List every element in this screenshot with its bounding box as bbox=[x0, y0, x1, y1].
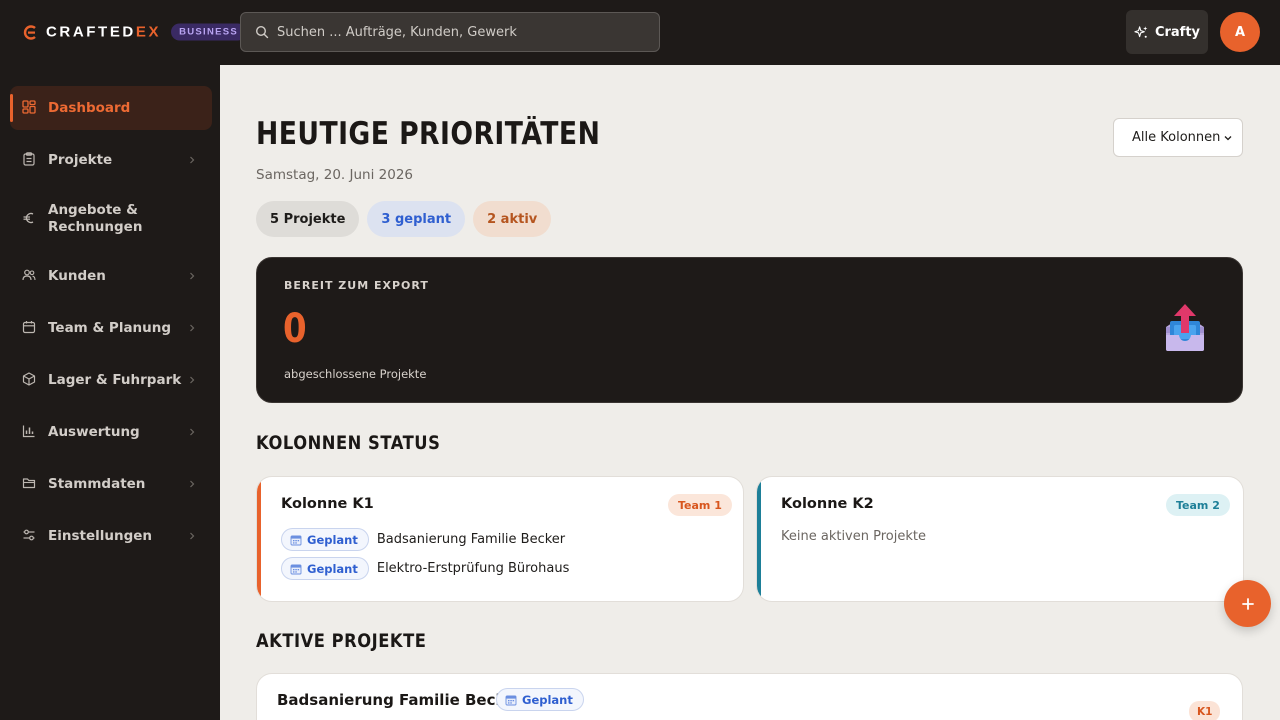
section-title-kolonnen: KOLONNEN STATUS bbox=[256, 432, 441, 454]
sidebar-item-label: Kunden bbox=[48, 267, 106, 284]
euro-icon bbox=[22, 211, 38, 227]
sidebar-item-label: Team & Planung bbox=[48, 319, 172, 336]
sidebar-item-angebote-rechnungen[interactable]: Angebote & Rechnungen bbox=[10, 199, 212, 239]
status-badge: Geplant bbox=[281, 557, 369, 580]
outbox-tray-icon bbox=[1166, 304, 1204, 351]
user-avatar[interactable]: A bbox=[1220, 12, 1260, 52]
bar-chart-icon bbox=[22, 424, 38, 440]
search-icon bbox=[255, 25, 269, 39]
chip-planned-count[interactable]: 3 geplant bbox=[367, 201, 466, 237]
kolonne-project-row[interactable]: Geplant Badsanierung Familie Becker bbox=[281, 528, 565, 551]
clipboard-icon bbox=[22, 152, 38, 168]
kolonne-empty-text: Keine aktiven Projekte bbox=[781, 529, 926, 544]
calendar-icon bbox=[22, 320, 38, 336]
crafty-label: Crafty bbox=[1154, 24, 1201, 40]
chip-projects-count[interactable]: 5 Projekte bbox=[256, 201, 360, 237]
sidebar-item-label: Dashboard bbox=[48, 99, 131, 116]
export-count: 0 bbox=[283, 306, 307, 352]
page-title: HEUTIGE PRIORITÄTEN bbox=[256, 116, 601, 152]
section-title-aktive-projekte: AKTIVE PROJEKTE bbox=[256, 630, 427, 652]
column-filter-value: Alle Kolonnen bbox=[1132, 130, 1221, 145]
brand-logo[interactable]: CRAFTEDEX BUSINESS bbox=[22, 23, 247, 41]
kolonne-card-k2[interactable]: Kolonne K2 Team 2 Keine aktiven Projekte bbox=[756, 476, 1244, 602]
project-title: Elektro-Erstprüfung Bürohaus bbox=[376, 561, 570, 576]
sidebar-item-lager-fuhrpark[interactable]: Lager & Fuhrpark bbox=[10, 370, 212, 390]
crafty-assistant-button[interactable]: Crafty bbox=[1126, 10, 1208, 54]
status-badge: Geplant bbox=[281, 528, 369, 551]
sidebar-item-label: Auswertung bbox=[48, 423, 140, 440]
project-title: Badsanierung Familie Becker bbox=[277, 691, 523, 709]
top-bar: CRAFTEDEX BUSINESS Crafty A bbox=[0, 0, 1280, 65]
sidebar-item-label: Einstellungen bbox=[48, 527, 153, 544]
logo-mark-icon bbox=[23, 24, 36, 40]
chevron-right-icon bbox=[190, 156, 195, 164]
chevron-right-icon bbox=[190, 428, 195, 436]
chevron-right-icon bbox=[190, 324, 195, 332]
current-date: Samstag, 20. Juni 2026 bbox=[256, 167, 413, 183]
team-badge: Team 2 bbox=[1166, 494, 1230, 516]
kolonne-badge: K1 bbox=[1189, 701, 1221, 720]
sidebar-item-stammdaten[interactable]: Stammdaten bbox=[10, 474, 212, 494]
kolonne-card-k1[interactable]: Kolonne K1 Team 1 Geplant Badsanierung F… bbox=[256, 476, 744, 602]
export-subtext: abgeschlossene Projekte bbox=[284, 367, 427, 381]
sidebar-item-projekte[interactable]: Projekte bbox=[10, 150, 212, 170]
sidebar-item-label: Lager & Fuhrpark bbox=[48, 371, 182, 388]
chevron-down-icon bbox=[1224, 136, 1232, 141]
plan-badge: BUSINESS bbox=[171, 23, 247, 41]
sidebar-item-team-planung[interactable]: Team & Planung bbox=[10, 318, 212, 338]
summary-chips: 5 Projekte 3 geplant 2 aktiv bbox=[256, 201, 552, 237]
sidebar-item-label: Stammdaten bbox=[48, 475, 146, 492]
search-input[interactable] bbox=[277, 24, 657, 40]
project-title: Badsanierung Familie Becker bbox=[376, 532, 566, 547]
sliders-icon bbox=[22, 528, 38, 544]
team-badge: Team 1 bbox=[668, 494, 732, 516]
folder-icon bbox=[22, 476, 38, 492]
calendar-icon bbox=[505, 695, 517, 705]
users-icon bbox=[22, 268, 38, 284]
search-bar[interactable] bbox=[240, 12, 660, 52]
kolonne-project-row[interactable]: Geplant Elektro-Erstprüfung Bürohaus bbox=[281, 557, 569, 580]
kolonne-name: Kolonne K2 bbox=[781, 496, 874, 512]
kolonne-accent-bar bbox=[757, 477, 761, 601]
active-project-card[interactable]: Badsanierung Familie Becker Geplant K1 bbox=[256, 673, 1243, 720]
calendar-icon bbox=[290, 535, 302, 545]
sidebar-item-auswertung[interactable]: Auswertung bbox=[10, 422, 212, 442]
kolonne-name: Kolonne K1 bbox=[281, 496, 374, 512]
dashboard-icon bbox=[22, 100, 38, 116]
column-filter-select[interactable]: Alle Kolonnen bbox=[1113, 118, 1243, 157]
chip-active-count[interactable]: 2 aktiv bbox=[473, 201, 552, 237]
brand-name: CRAFTEDEX bbox=[46, 23, 162, 41]
add-fab-button[interactable] bbox=[1224, 580, 1271, 627]
chevron-right-icon bbox=[190, 272, 195, 280]
sidebar-item-label: Projekte bbox=[48, 151, 113, 168]
calendar-icon bbox=[290, 564, 302, 574]
sidebar-item-kunden[interactable]: Kunden bbox=[10, 266, 212, 286]
export-ready-card[interactable]: BEREIT ZUM EXPORT 0 abgeschlossene Proje… bbox=[256, 257, 1243, 403]
sidebar-item-einstellungen[interactable]: Einstellungen bbox=[10, 526, 212, 546]
chevron-right-icon bbox=[190, 532, 195, 540]
kolonne-accent-bar bbox=[257, 477, 261, 601]
chevron-right-icon bbox=[190, 376, 195, 384]
sidebar-item-label: Angebote & Rechnungen bbox=[48, 202, 143, 235]
sidebar-item-dashboard[interactable]: Dashboard bbox=[10, 86, 212, 130]
status-badge: Geplant bbox=[496, 688, 584, 711]
sparkles-icon bbox=[1134, 25, 1148, 38]
box-icon bbox=[22, 372, 38, 388]
export-label: BEREIT ZUM EXPORT bbox=[284, 279, 429, 292]
plus-icon bbox=[1241, 597, 1254, 610]
chevron-right-icon bbox=[190, 480, 195, 488]
sidebar: Dashboard Projekte Angebote & Rechnungen… bbox=[0, 65, 220, 720]
